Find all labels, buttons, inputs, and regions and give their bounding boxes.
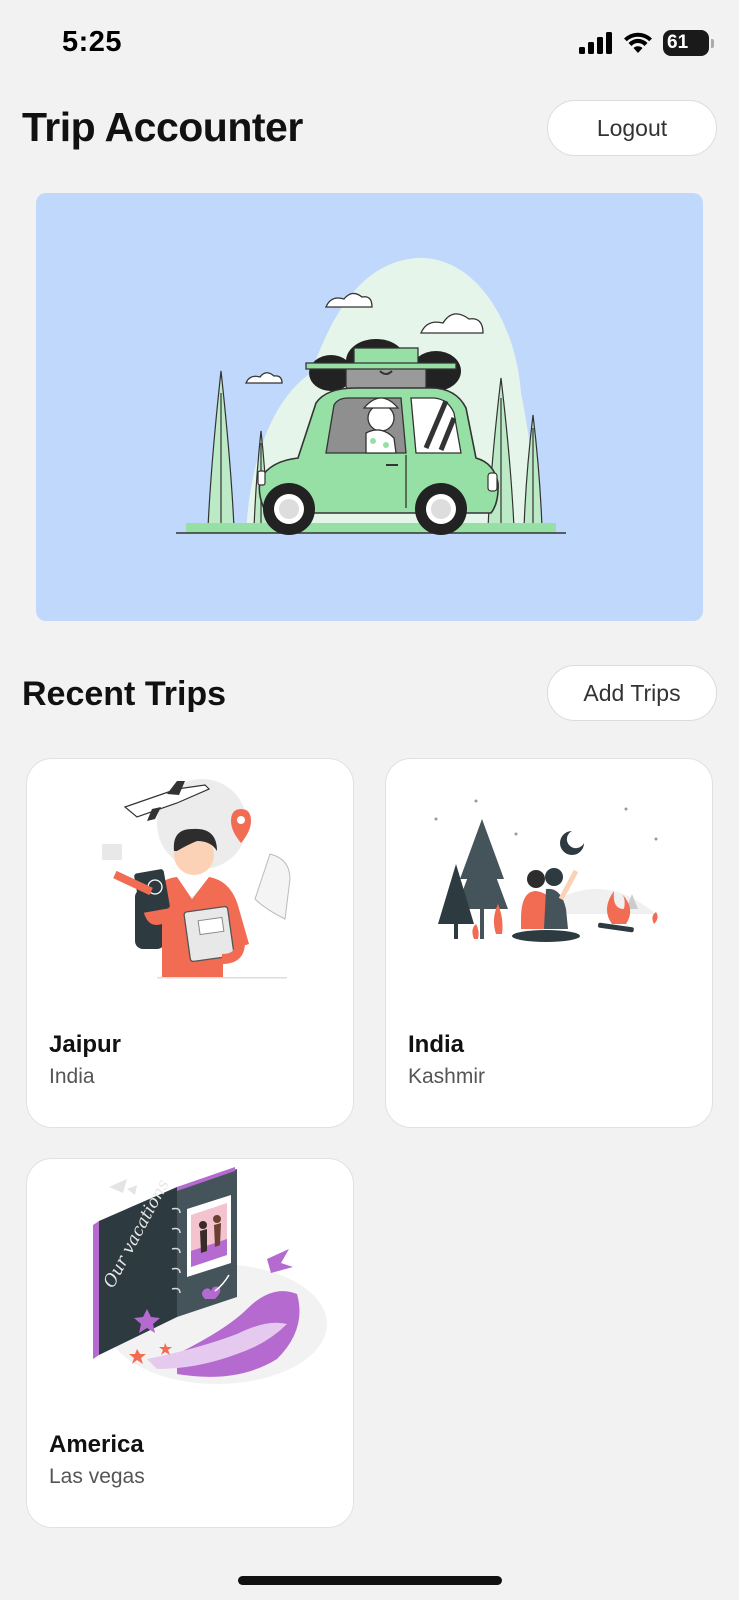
wifi-icon <box>624 32 652 53</box>
trip-card-subtitle: India <box>49 1065 95 1088</box>
add-trips-button[interactable]: Add Trips <box>547 665 717 721</box>
recent-trips-header: Recent Trips Add Trips <box>22 665 717 723</box>
header: Trip Accounter Logout <box>22 100 717 158</box>
trip-card-subtitle: Las vegas <box>49 1465 145 1488</box>
battery-icon: 61 <box>663 30 714 56</box>
recent-trips-title: Recent Trips <box>22 675 227 713</box>
trip-card-america[interactable]: Our vacations America Las vegas <box>26 1158 354 1528</box>
trip-card-subtitle: Kashmir <box>408 1065 486 1088</box>
app-title: Trip Accounter <box>22 104 303 150</box>
status-bar: 5:25 61 <box>0 0 739 90</box>
trip-card-title: America <box>49 1431 144 1458</box>
status-time: 5:25 <box>62 26 123 58</box>
hero-banner <box>36 193 703 621</box>
car-road-trip-illustration <box>176 257 566 535</box>
home-indicator[interactable] <box>238 1576 502 1585</box>
cellular-signal-icon <box>579 32 612 54</box>
vacation-album-illustration: Our vacations <box>93 1167 327 1384</box>
trip-card-india[interactable]: India Kashmir <box>385 758 713 1128</box>
traveler-passport-illustration <box>102 779 291 979</box>
campfire-couple-illustration <box>434 799 658 942</box>
trip-card-title: Jaipur <box>49 1031 122 1058</box>
trip-card-title: India <box>408 1031 465 1058</box>
trip-card-jaipur[interactable]: Jaipur India <box>26 758 354 1128</box>
logout-button[interactable]: Logout <box>547 100 717 156</box>
status-icons: 61 <box>579 30 714 56</box>
battery-level: 61 <box>667 32 689 53</box>
